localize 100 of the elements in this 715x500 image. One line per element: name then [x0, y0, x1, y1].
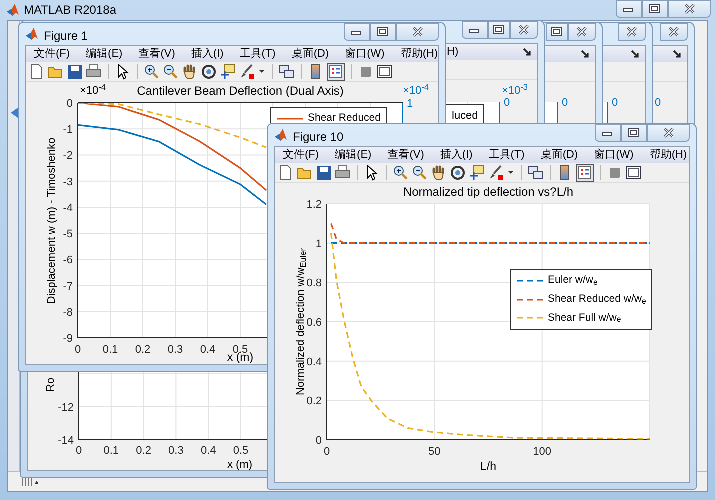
matlab-logo-icon: [25, 27, 39, 41]
tick-label: 0.5: [233, 445, 249, 457]
close-button[interactable]: [668, 0, 711, 18]
tick-label: 0: [74, 344, 82, 356]
axis-label: x (m): [227, 352, 254, 364]
dock-arrow-icon[interactable]: [631, 50, 640, 58]
menu-item[interactable]: 工具(T): [232, 46, 284, 62]
menu-item[interactable]: 工具(T): [480, 147, 533, 164]
legend-label: luced: [452, 110, 478, 122]
tick-label: 0.3: [168, 344, 184, 356]
printer-icon[interactable]: [86, 64, 102, 80]
tick-label: 0.4: [200, 344, 216, 356]
tick-label: 0: [66, 98, 73, 110]
menu-item[interactable]: 帮助(H): [642, 147, 689, 164]
tick-label: 0.2: [306, 396, 322, 408]
tick-label: 1.2: [306, 199, 322, 211]
tick-label: -1: [63, 124, 73, 136]
tick-label: 0: [316, 435, 322, 447]
dock-arrow-icon[interactable]: [581, 50, 590, 58]
menu-item[interactable]: 文件(F): [26, 46, 78, 62]
menu-item[interactable]: 编辑(E): [327, 147, 380, 164]
tick-label: 0: [504, 97, 510, 109]
axis-exponent: ×10$^{-4}$: [403, 86, 430, 97]
legend-icon[interactable]: [576, 164, 594, 182]
data-cursor-icon[interactable]: [220, 64, 236, 80]
legend-label: Euler w/w$_{e}$: [548, 273, 598, 289]
menu-item[interactable]: 查看(V): [130, 46, 184, 62]
menu-item[interactable]: 窗口(W): [337, 46, 393, 62]
menu-item[interactable]: 查看(V): [380, 147, 432, 164]
tick-label: -12: [58, 402, 74, 414]
chart-title: Normalized tip deflection vs?L/h: [403, 185, 574, 199]
printer-icon[interactable]: [335, 164, 351, 180]
window-icon[interactable]: [626, 164, 642, 180]
close-button[interactable]: [618, 23, 646, 41]
tick-label: -8: [63, 306, 73, 319]
grip-icon[interactable]: [22, 476, 38, 486]
zoom-out-icon[interactable]: [412, 164, 428, 180]
restore-button[interactable]: [621, 124, 647, 142]
restore-icon: [493, 25, 505, 35]
tick-label: 0.8: [306, 278, 322, 290]
tick-label: 0.1: [104, 445, 120, 457]
data-cursor-icon[interactable]: [469, 164, 485, 180]
rotate-icon[interactable]: [450, 164, 466, 180]
restore-button[interactable]: [370, 23, 396, 41]
legend-icon[interactable]: [327, 62, 345, 80]
window-icon[interactable]: [377, 64, 393, 80]
minimize-button[interactable]: [595, 124, 621, 142]
close-button[interactable]: [396, 23, 439, 41]
tick-label: -9: [63, 333, 73, 345]
minimize-button[interactable]: [616, 0, 642, 18]
tick-label: 0: [76, 445, 82, 457]
dock-arrow-icon[interactable]: [673, 50, 682, 58]
restore-button[interactable]: [488, 21, 510, 39]
menu-item[interactable]: 文件(F): [275, 147, 328, 164]
minimize-button[interactable]: [462, 21, 488, 39]
hand-icon[interactable]: [182, 64, 198, 80]
menu-item[interactable]: 桌面(D): [284, 46, 338, 62]
close-button[interactable]: [647, 124, 690, 142]
restore-button[interactable]: [546, 23, 568, 41]
matlab-logo-icon: [6, 3, 20, 17]
brush-icon[interactable]: [239, 64, 255, 80]
zoom-out-icon[interactable]: [163, 64, 179, 80]
tick-label: 0.6: [306, 317, 322, 329]
save-icon[interactable]: [316, 164, 332, 180]
tick-label: 50: [428, 446, 441, 458]
window-title: Figure 10: [293, 129, 344, 146]
dock-arrow-icon[interactable]: [523, 48, 532, 56]
zoom-in-icon[interactable]: [393, 164, 409, 180]
menu-item[interactable]: 编辑(E): [78, 46, 131, 62]
axis-exponent: ×10$^{-4}$: [80, 86, 106, 97]
legend-label: Shear Full w/w$_{e}$: [548, 310, 622, 326]
brush-icon[interactable]: [488, 164, 504, 180]
close-button[interactable]: [660, 23, 688, 41]
menu-item[interactable]: 插入(I): [432, 147, 481, 164]
restore-icon: [649, 4, 661, 14]
tick-label: -14: [58, 435, 74, 447]
linked-plot-icon[interactable]: [279, 64, 295, 80]
menu-item[interactable]: 窗口(W): [586, 147, 642, 164]
restore-icon: [377, 27, 389, 37]
close-button[interactable]: [510, 21, 538, 39]
close-icon: [518, 25, 530, 35]
hand-icon[interactable]: [431, 164, 447, 180]
close-icon: [412, 27, 424, 37]
save-icon[interactable]: [67, 64, 83, 80]
close-icon: [576, 27, 588, 37]
tick-label: -3: [63, 176, 73, 188]
rotate-icon[interactable]: [201, 64, 217, 80]
menu-item[interactable]: 桌面(D): [532, 147, 586, 164]
back-arrow-icon[interactable]: [8, 107, 18, 119]
zoom-in-icon[interactable]: [144, 64, 160, 80]
minimize-button[interactable]: [344, 23, 370, 41]
restore-button[interactable]: [642, 0, 668, 18]
close-button[interactable]: [568, 23, 596, 41]
tick-label: 0.2: [135, 344, 151, 356]
tick-label: 0: [655, 97, 662, 109]
menu-item[interactable]: H): [447, 44, 459, 60]
linked-plot-icon[interactable]: [528, 164, 544, 180]
menu-item[interactable]: 插入(I): [183, 46, 232, 62]
menu-item[interactable]: 帮助(H): [392, 46, 438, 62]
axis-label: L/h: [480, 461, 496, 473]
